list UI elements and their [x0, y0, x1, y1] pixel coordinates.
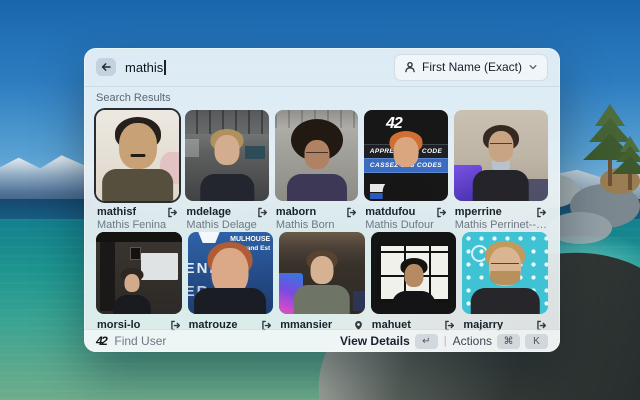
footer-bar: 42 Find User View Details ↵ | Actions ⌘ … [84, 329, 560, 352]
logout-icon [536, 207, 547, 218]
user-photo [279, 232, 365, 314]
search-bar: mathis First Name (Exact) [84, 48, 560, 87]
user-card-morsi-lo[interactable]: morsi-lo [96, 232, 182, 332]
person-silhouette [454, 110, 548, 201]
back-button[interactable] [96, 58, 116, 76]
search-mode-dropdown[interactable]: First Name (Exact) [394, 54, 548, 81]
cmd-key-badge: ⌘ [497, 334, 520, 349]
user-photo [275, 110, 358, 201]
username: maborn [276, 206, 316, 218]
42-logo: 42 [96, 334, 106, 348]
logout-icon [346, 207, 357, 218]
full-name: Mathis Born [275, 219, 358, 232]
logout-icon [436, 207, 447, 218]
enter-key-badge: ↵ [415, 334, 438, 349]
find-user-window: mathis First Name (Exact) Search Results [84, 48, 560, 352]
actions-label: Actions [453, 334, 492, 348]
user-photo [371, 232, 457, 314]
view-details-label: View Details [340, 334, 410, 348]
chevron-down-icon [528, 62, 538, 72]
full-name: Mathis Dufour [364, 219, 447, 232]
search-query: mathis [125, 60, 163, 75]
search-mode-label: First Name (Exact) [422, 60, 522, 74]
person-silhouette [364, 110, 447, 201]
user-card-matdufou[interactable]: 42 APPRENEZ LE CODE CASSEZ LES CODES mat… [364, 110, 447, 232]
person-silhouette [185, 110, 268, 201]
person-silhouette [371, 232, 457, 314]
section-title: Search Results [96, 92, 548, 105]
k-key-badge: K [525, 334, 548, 349]
person-silhouette [462, 232, 548, 314]
view-details-button[interactable]: View Details ↵ [340, 334, 438, 349]
back-arrow-icon [100, 61, 112, 73]
user-card-mathisf[interactable]: mathisf Mathis Fenina [96, 110, 179, 232]
user-photo [96, 232, 182, 314]
app-name: Find User [114, 334, 166, 348]
full-name: Mathis Delage [185, 219, 268, 232]
person-silhouette [275, 110, 358, 201]
user-photo [96, 110, 179, 201]
username: mathisf [97, 206, 136, 218]
full-name: Mathis Fenina [96, 219, 179, 232]
person-silhouette [96, 110, 179, 201]
user-card-mmansier[interactable]: mmansier [279, 232, 365, 332]
user-photo [462, 232, 548, 314]
username: mperrine [455, 206, 502, 218]
username: mdelage [186, 206, 231, 218]
text-cursor [164, 60, 166, 75]
user-photo: MULHOUSE Grand Est ENDE ER CO [188, 232, 274, 314]
user-photo: 42 APPRENEZ LE CODE CASSEZ LES CODES [364, 110, 447, 201]
person-silhouette [279, 232, 365, 314]
wallpaper-pine-tree-small [612, 136, 640, 190]
logout-icon [167, 207, 178, 218]
user-card-mahuet[interactable]: mahuet [371, 232, 457, 332]
footer-actions: View Details ↵ | Actions ⌘ K [340, 334, 548, 349]
person-silhouette [188, 232, 274, 314]
user-photo [454, 110, 548, 201]
logout-icon [257, 207, 268, 218]
person-icon [404, 61, 416, 73]
footer-divider: | [444, 335, 447, 347]
search-input[interactable]: mathis [125, 60, 166, 75]
results-grid-row1: mathisf Mathis Fenina mdelage Mathis D [96, 110, 548, 232]
user-card-mdelage[interactable]: mdelage Mathis Delage [185, 110, 268, 232]
user-card-matrouze[interactable]: MULHOUSE Grand Est ENDE ER CO matrouze [188, 232, 274, 332]
person-silhouette [96, 232, 182, 314]
full-name: Mathis Perrinet--… [454, 219, 548, 232]
user-card-majarry[interactable]: majarry [462, 232, 548, 332]
actions-button[interactable]: Actions ⌘ K [453, 334, 548, 349]
user-photo [185, 110, 268, 201]
results-grid-row2: morsi-lo MULHOUSE Grand Est ENDE ER CO m… [96, 232, 548, 332]
user-card-mperrine[interactable]: mperrine Mathis Perrinet--… [454, 110, 548, 232]
user-card-maborn[interactable]: maborn Mathis Born [275, 110, 358, 232]
username: matdufou [365, 206, 415, 218]
